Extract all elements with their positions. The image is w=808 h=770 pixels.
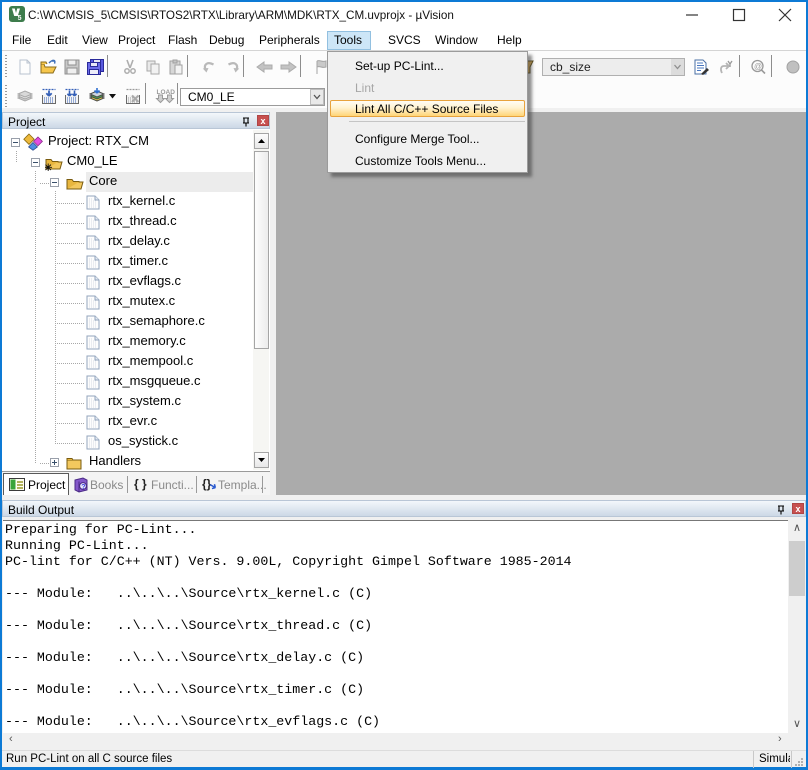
svg-text:@: @ bbox=[754, 62, 762, 71]
svg-text:?: ? bbox=[81, 484, 85, 491]
svg-text:✳: ✳ bbox=[45, 163, 53, 171]
svg-text:5: 5 bbox=[18, 15, 22, 22]
